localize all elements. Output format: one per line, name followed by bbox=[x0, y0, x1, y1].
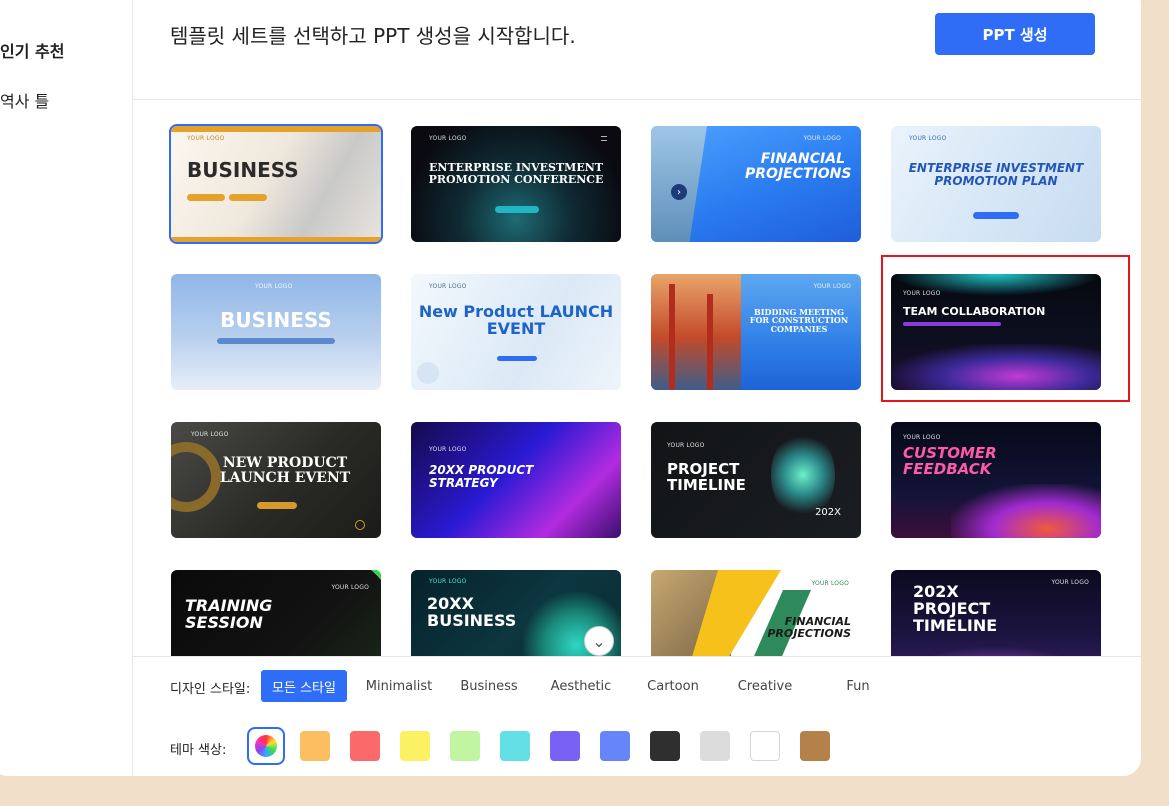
template-logo: YOUR LOGO bbox=[429, 135, 467, 142]
template-title: ENTERPRISE INVESTMENT PROMOTION PLAN bbox=[908, 161, 1084, 188]
template-title: FINANCIAL PROJECTIONS bbox=[745, 151, 852, 182]
template-card[interactable]: YOUR LOGO 20XX PRODUCT STRATEGY bbox=[411, 422, 621, 538]
template-title: NEW PRODUCT LAUNCH EVENT bbox=[219, 455, 351, 486]
template-card[interactable]: YOUR LOGO TEAM COLLABORATION bbox=[891, 274, 1101, 390]
swatch-orange[interactable] bbox=[300, 731, 330, 761]
sidebar-item-history[interactable]: 역사 틀 bbox=[0, 88, 49, 112]
template-card[interactable]: › YOUR LOGO FINANCIAL PROJECTIONS bbox=[651, 126, 861, 242]
style-filter-label: 디자인 스타일: bbox=[170, 682, 251, 697]
template-year: 202X bbox=[815, 506, 841, 518]
template-card[interactable]: YOUR LOGO BUSINESS bbox=[169, 124, 383, 244]
template-logo: YOUR LOGO bbox=[187, 135, 225, 142]
template-logo: YOUR LOGO bbox=[667, 442, 705, 449]
template-title: TRAINING SESSION bbox=[185, 596, 273, 632]
template-card[interactable]: YOUR LOGO NEW PRODUCT LAUNCH EVENT bbox=[171, 422, 381, 538]
style-option-cartoon[interactable]: Cartoon bbox=[633, 670, 713, 702]
template-card[interactable]: YOUR LOGO TRAINING SESSION bbox=[171, 570, 381, 656]
template-logo: YOUR LOGO bbox=[191, 431, 229, 438]
template-card[interactable]: YOUR LOGO BUSINESS bbox=[171, 274, 381, 390]
template-title: 202X PROJECT TIMELINE bbox=[913, 582, 998, 635]
template-grid: YOUR LOGO BUSINESS YOUR LOGO ENTERPRISE … bbox=[133, 101, 1141, 656]
template-logo: YOUR LOGO bbox=[255, 283, 293, 290]
chevron-down-icon[interactable]: ⌄ bbox=[584, 626, 614, 656]
template-logo: YOUR LOGO bbox=[429, 446, 467, 453]
template-logo: YOUR LOGO bbox=[903, 290, 941, 297]
generate-ppt-button[interactable]: PPT 생성 bbox=[935, 13, 1095, 55]
template-title: TEAM COLLABORATION bbox=[903, 305, 1046, 318]
style-option-creative[interactable]: Creative bbox=[725, 670, 805, 702]
swatch-cyan[interactable] bbox=[500, 731, 530, 761]
template-card[interactable]: YOUR LOGO CUSTOMER FEEDBACK bbox=[891, 422, 1101, 538]
template-logo: YOUR LOGO bbox=[429, 283, 467, 290]
template-logo: YOUR LOGO bbox=[909, 135, 947, 142]
template-title: New Product LAUNCH EVENT bbox=[418, 302, 614, 338]
template-card[interactable]: YOUR LOGO New Product LAUNCH EVENT bbox=[411, 274, 621, 390]
template-logo: YOUR LOGO bbox=[1051, 579, 1089, 586]
style-option-business[interactable]: Business bbox=[449, 670, 529, 702]
template-title: CUSTOMER FEEDBACK bbox=[903, 444, 997, 478]
swatch-blue[interactable] bbox=[600, 731, 630, 761]
style-option-all[interactable]: 모든 스타일 bbox=[261, 670, 347, 702]
swatch-light-green[interactable] bbox=[450, 731, 480, 761]
template-title: FINANCIAL PROJECTIONS bbox=[767, 615, 851, 640]
page-title: 템플릿 세트를 선택하고 PPT 생성을 시작합니다. bbox=[170, 24, 576, 48]
template-logo: YOUR LOGO bbox=[803, 135, 841, 142]
main-content: 템플릿 세트를 선택하고 PPT 생성을 시작합니다. PPT 생성 YOUR … bbox=[133, 0, 1141, 776]
template-card[interactable]: YOUR LOGO 202X PROJECT TIMELINE bbox=[891, 570, 1101, 656]
template-card[interactable]: YOUR LOGO BIDDING MEETING FOR CONSTRUCTI… bbox=[651, 274, 861, 390]
template-card[interactable]: YOUR LOGO FINANCIAL PROJECTIONS bbox=[651, 570, 861, 656]
header: 템플릿 세트를 선택하고 PPT 생성을 시작합니다. PPT 생성 bbox=[133, 0, 1141, 100]
swatch-white[interactable] bbox=[750, 731, 780, 761]
style-option-minimalist[interactable]: Minimalist bbox=[357, 670, 441, 702]
template-title: BUSINESS bbox=[220, 308, 332, 332]
template-logo: YOUR LOGO bbox=[903, 434, 941, 441]
sidebar: 인기 추천 역사 틀 bbox=[0, 0, 133, 776]
template-card[interactable]: YOUR LOGO ENTERPRISE INVESTMENT PROMOTIO… bbox=[891, 126, 1101, 242]
template-logo: YOUR LOGO bbox=[811, 580, 849, 587]
template-logo: YOUR LOGO bbox=[813, 283, 851, 290]
template-title: PROJECT TIMELINE bbox=[667, 460, 746, 494]
swatch-red[interactable] bbox=[350, 731, 380, 761]
swatch-gray[interactable] bbox=[700, 731, 730, 761]
swatch-purple[interactable] bbox=[550, 731, 580, 761]
template-title: 20XX BUSINESS bbox=[427, 594, 517, 630]
swatch-black[interactable] bbox=[650, 731, 680, 761]
swatch-all-colors[interactable] bbox=[247, 727, 285, 765]
style-option-fun[interactable]: Fun bbox=[823, 670, 893, 702]
template-logo: YOUR LOGO bbox=[331, 584, 369, 591]
template-title: 20XX PRODUCT STRATEGY bbox=[429, 463, 534, 490]
swatch-brown[interactable] bbox=[800, 731, 830, 761]
style-option-aesthetic[interactable]: Aesthetic bbox=[541, 670, 621, 702]
swatch-yellow[interactable] bbox=[400, 731, 430, 761]
main-panel: 인기 추천 역사 틀 템플릿 세트를 선택하고 PPT 생성을 시작합니다. P… bbox=[0, 0, 1141, 776]
color-filter-label: 테마 색상: bbox=[170, 743, 227, 758]
template-card[interactable]: YOUR LOGO ENTERPRISE INVESTMENT PROMOTIO… bbox=[411, 126, 621, 242]
template-title: ENTERPRISE INVESTMENT PROMOTION CONFEREN… bbox=[428, 161, 604, 186]
template-title: BUSINESS bbox=[187, 158, 299, 182]
template-logo: YOUR LOGO bbox=[429, 578, 467, 585]
template-card[interactable]: YOUR LOGO PROJECT TIMELINE 202X bbox=[651, 422, 861, 538]
template-title: BIDDING MEETING FOR CONSTRUCTION COMPANI… bbox=[749, 307, 849, 334]
color-wheel-icon bbox=[255, 735, 277, 757]
sidebar-item-popular[interactable]: 인기 추천 bbox=[0, 38, 64, 62]
filter-bar: 디자인 스타일: 모든 스타일 Minimalist Business Aest… bbox=[133, 656, 1141, 776]
